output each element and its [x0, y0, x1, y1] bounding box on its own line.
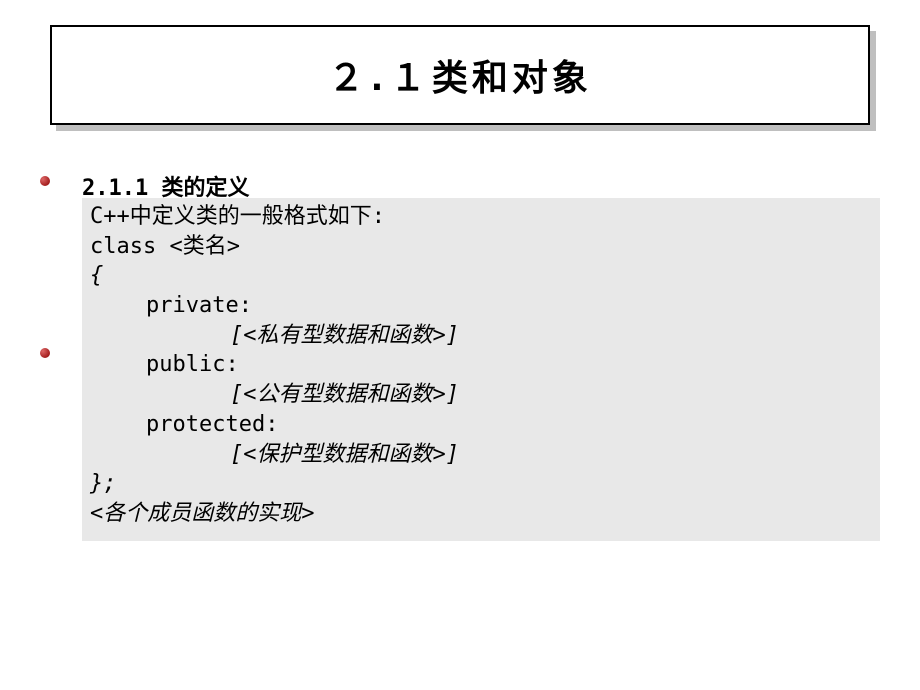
code-line: [<公有型数据和函数>]: [90, 380, 872, 410]
code-line: C++中定义类的一般格式如下:: [90, 202, 872, 232]
title-number: ２.１: [328, 58, 428, 99]
code-line: protected:: [90, 410, 872, 440]
code-line: [<保护型数据和函数>]: [90, 440, 872, 470]
code-line: private:: [90, 291, 872, 321]
code-line: {: [90, 261, 872, 291]
title-text: ２.１ 类和对象: [328, 49, 592, 101]
bullet-icon: [40, 176, 50, 186]
bullet-icon: [40, 348, 50, 358]
code-block: C++中定义类的一般格式如下: class <类名> { private: [<…: [82, 198, 880, 541]
code-line: <各个成员函数的实现>: [90, 499, 872, 529]
title-label: 类和对象: [432, 57, 592, 98]
code-line: public:: [90, 350, 872, 380]
code-line: class <类名>: [90, 232, 872, 262]
title-box: ２.１ 类和对象: [50, 25, 870, 125]
code-line: [<私有型数据和函数>]: [90, 321, 872, 351]
code-line: };: [90, 469, 872, 499]
